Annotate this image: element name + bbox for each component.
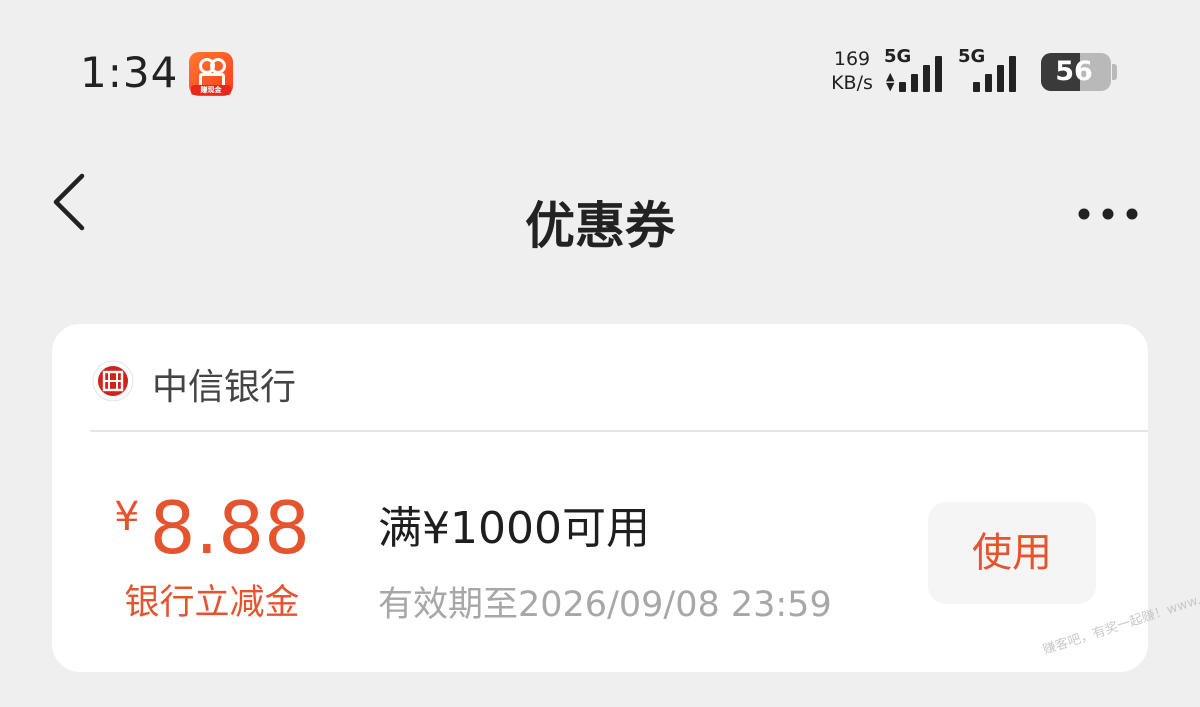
sim2-signal-icon: 5G [958,46,1024,92]
sim2-network-type: 5G [958,46,986,67]
card-divider [90,430,1148,432]
bank-logo-icon [92,360,134,402]
battery-tip [1112,64,1117,80]
more-options-button[interactable] [1072,196,1144,232]
battery-level: 56 [1055,56,1093,87]
coupon-amount-value: 8.88 [149,486,310,570]
network-speed-unit: KB/s [831,72,873,94]
app-badge-label: 赚现金 [191,85,231,95]
coupon-condition: 满¥1000可用 [378,503,650,554]
page-title: 优惠券 [525,197,675,255]
coupon-card: 中信银行 ¥8.88 银行立减金 满¥1000可用 有效期至2026/09/08… [52,324,1148,672]
status-time: 1:34 [80,48,179,97]
coupon-type-label: 银行立减金 [124,583,300,623]
use-coupon-button[interactable]: 使用 [928,502,1096,604]
network-speed: 169 KB/s [826,47,878,95]
coupon-expiry: 有效期至2026/09/08 23:59 [378,585,832,625]
app-notification-icon: 赚现金 [189,52,233,96]
network-speed-value: 169 [833,48,871,70]
currency-symbol: ¥ [114,494,140,540]
sim1-signal-icon: 5G ▲ ▼ [884,46,950,92]
data-transfer-icon: ▲ ▼ [886,70,895,93]
bank-name: 中信银行 [152,367,297,408]
battery-icon: 56 [1041,53,1111,91]
more-dots-icon [1078,208,1138,220]
sim1-network-type: 5G [884,46,912,67]
coupon-amount: ¥8.88 [112,486,312,570]
